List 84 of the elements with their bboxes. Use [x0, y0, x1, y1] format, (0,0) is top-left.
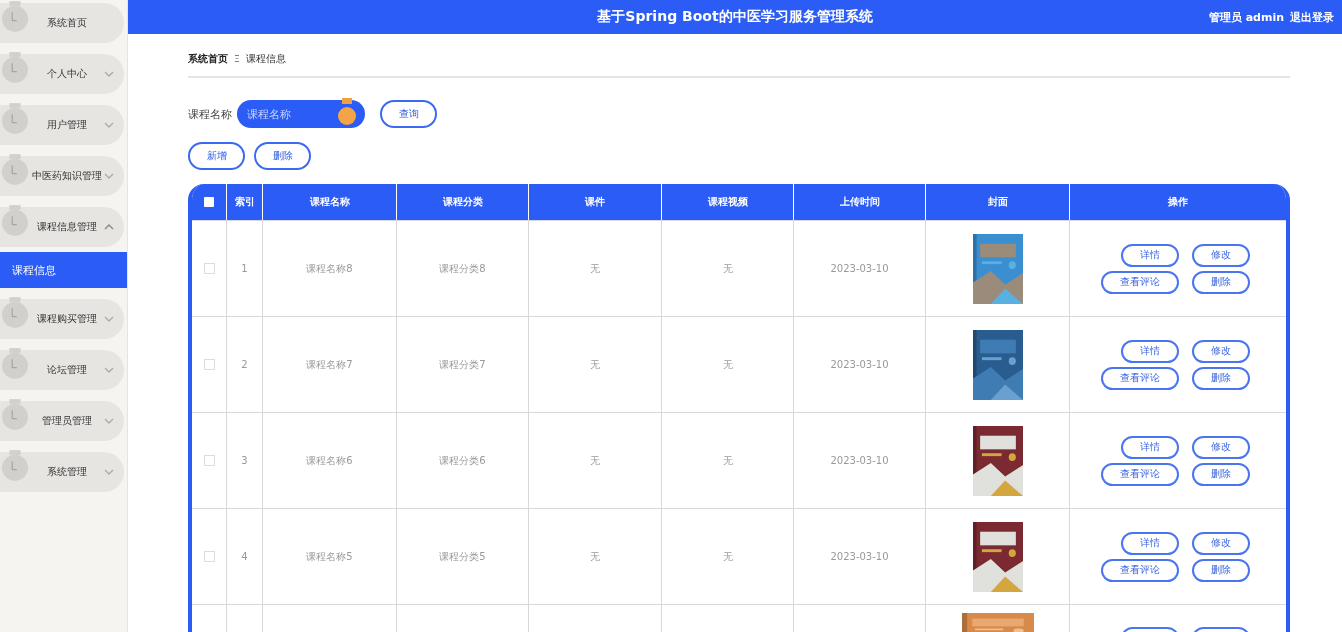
- column-header: 封面: [926, 184, 1070, 220]
- breadcrumb-current: 课程信息: [245, 52, 286, 66]
- edit-button[interactable]: 修改: [1192, 339, 1250, 363]
- view-comments-button[interactable]: 查看评论: [1101, 270, 1179, 294]
- table-cell: 4: [227, 509, 263, 604]
- menu-item[interactable]: 论坛管理: [0, 350, 124, 390]
- delete-button[interactable]: 删除: [1192, 270, 1250, 294]
- row-checkbox[interactable]: [203, 263, 215, 274]
- details-button[interactable]: 详情: [1121, 339, 1179, 363]
- table-cell: 无: [662, 221, 794, 316]
- menu-item[interactable]: 课程信息管理: [0, 207, 124, 247]
- menu-item[interactable]: 管理员管理: [0, 401, 124, 441]
- row-checkbox[interactable]: [203, 455, 215, 466]
- delete-button[interactable]: 删除: [1192, 558, 1250, 582]
- table-cell: 课程名称7: [263, 317, 397, 412]
- clock-icon: [1, 205, 29, 237]
- breadcrumb-separator: Ξ: [234, 54, 240, 64]
- query-button[interactable]: 查询: [380, 100, 437, 128]
- column-header: 课程视频: [662, 184, 794, 220]
- table-cell: 课程分类5: [397, 509, 529, 604]
- column-header: 索引: [227, 184, 263, 220]
- app-title: 基于Spring Boot的中医学习服务管理系统: [597, 8, 873, 26]
- clock-icon: [1, 103, 29, 135]
- column-header: 上传时间: [794, 184, 926, 220]
- table-cell: 课程分类8: [397, 221, 529, 316]
- menu-item[interactable]: 系统管理: [0, 452, 124, 492]
- column-header: 课程名称: [263, 184, 397, 220]
- table-cell: 课程名称5: [263, 509, 397, 604]
- delete-button[interactable]: 删除: [1192, 462, 1250, 486]
- table-cell: 无: [662, 509, 794, 604]
- clock-icon: [1, 154, 29, 186]
- menu-item[interactable]: 系统首页: [0, 3, 124, 43]
- delete-button[interactable]: 删除: [1192, 366, 1250, 390]
- table-cell: 1: [227, 221, 263, 316]
- delete-button[interactable]: 删除: [254, 142, 311, 170]
- table-cell: 无: [529, 317, 662, 412]
- details-button[interactable]: 详情: [1121, 243, 1179, 267]
- table-cell: 3: [227, 413, 263, 508]
- table-cell: 无: [529, 221, 662, 316]
- clock-icon: [1, 52, 29, 84]
- menu-item[interactable]: 课程购买管理: [0, 299, 124, 339]
- table-cell: 课程分类7: [397, 317, 529, 412]
- clock-icon: [1, 348, 29, 380]
- table-cell: 课程名称6: [263, 413, 397, 508]
- row-checkbox[interactable]: [203, 359, 215, 370]
- logout-link[interactable]: 退出登录: [1290, 9, 1334, 25]
- table-cell: 无: [662, 317, 794, 412]
- breadcrumb-link[interactable]: 系统首页: [188, 52, 228, 66]
- table-cell: 2023-03-10: [794, 221, 926, 316]
- table-cell: 2023-03-10: [794, 413, 926, 508]
- user-name: 管理员 admin: [1208, 9, 1284, 25]
- view-comments-button[interactable]: 查看评论: [1101, 366, 1179, 390]
- add-button[interactable]: 新增: [188, 142, 245, 170]
- column-header: 操作: [1167, 195, 1189, 209]
- menu-item[interactable]: 中医药知识管理: [0, 156, 124, 196]
- edit-button[interactable]: 修改: [1192, 435, 1250, 459]
- view-comments-button[interactable]: 查看评论: [1101, 558, 1179, 582]
- details-button[interactable]: 详情: [1121, 435, 1179, 459]
- clock-icon: [1, 399, 29, 431]
- edit-button[interactable]: 修改: [1192, 531, 1250, 555]
- column-header: 课件: [529, 184, 662, 220]
- row-checkbox[interactable]: [203, 551, 215, 562]
- clock-icon: [1, 1, 29, 33]
- table-cell: 无: [529, 413, 662, 508]
- medal-icon: [337, 98, 357, 128]
- view-comments-button[interactable]: 查看评论: [1101, 462, 1179, 486]
- select-all-checkbox[interactable]: [204, 197, 214, 207]
- table-cell: 无: [529, 509, 662, 604]
- details-button[interactable]: 详情: [1121, 531, 1179, 555]
- search-field[interactable]: 课程名称: [237, 100, 365, 128]
- table-cell: 2023-03-10: [794, 317, 926, 412]
- clock-icon: [1, 297, 29, 329]
- edit-button[interactable]: 修改: [1192, 243, 1250, 267]
- submenu-item[interactable]: 课程信息: [0, 252, 127, 288]
- column-header: 课程分类: [397, 184, 529, 220]
- menu-item[interactable]: 个人中心: [0, 54, 124, 94]
- clock-icon: [1, 450, 29, 482]
- menu-item[interactable]: 用户管理: [0, 105, 124, 145]
- table-cell: 2023-03-10: [794, 509, 926, 604]
- table-cell: 课程名称8: [263, 221, 397, 316]
- field-label: 课程名称: [188, 106, 232, 122]
- table-cell: 课程分类6: [397, 413, 529, 508]
- table-cell: 2: [227, 317, 263, 412]
- table-cell: 无: [662, 413, 794, 508]
